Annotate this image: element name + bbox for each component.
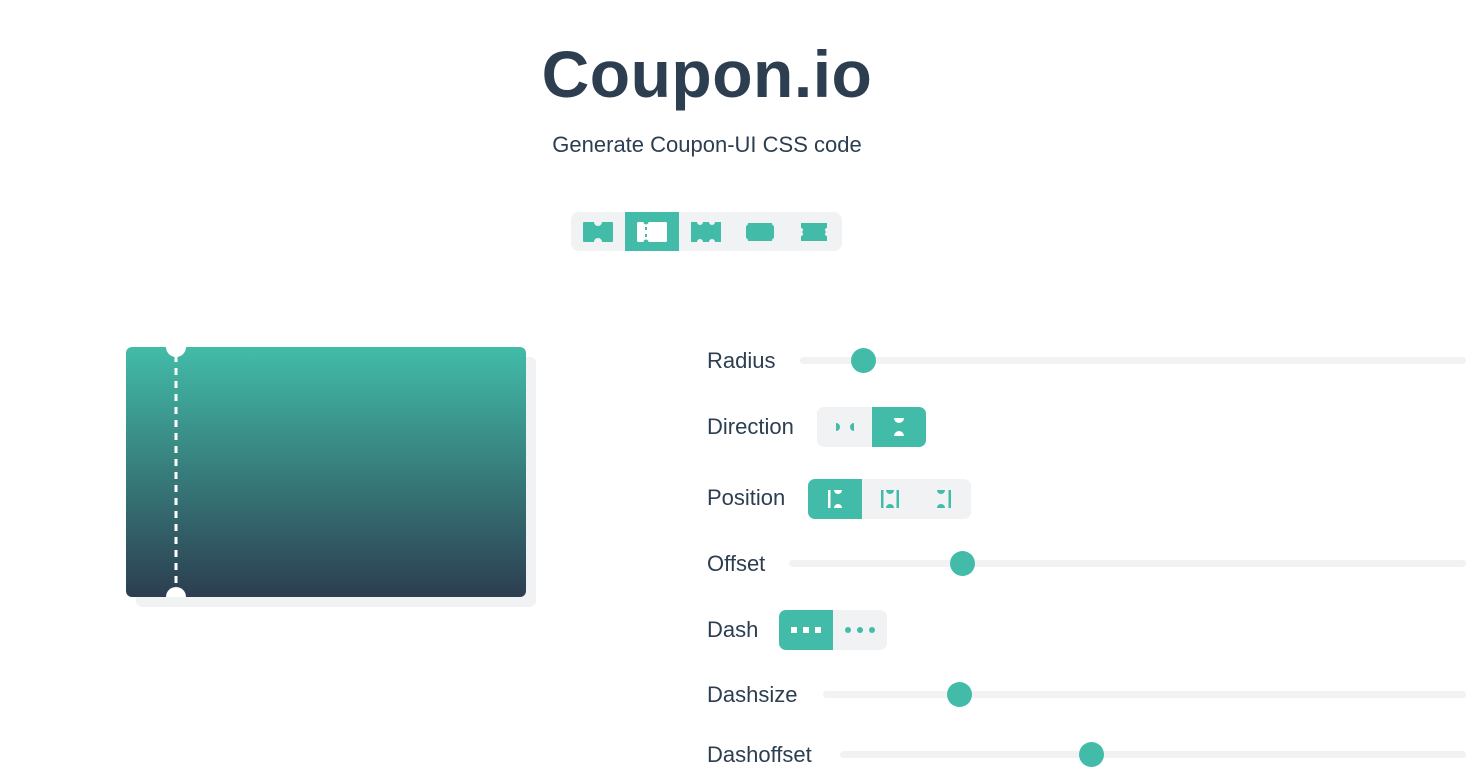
dashsize-slider[interactable] — [823, 682, 1466, 707]
dashoffset-label: Dashoffset — [707, 742, 812, 767]
dash-square-button[interactable] — [779, 610, 833, 650]
dashoffset-slider-thumb[interactable] — [1078, 742, 1104, 767]
position-end-icon — [937, 490, 951, 508]
dash-dot-icon — [845, 627, 875, 633]
dashoffset-slider[interactable] — [840, 742, 1466, 767]
app-subtitle: Generate Coupon-UI CSS code — [552, 132, 862, 157]
coupon-rounded-corners-icon — [746, 222, 774, 241]
vertical-notch-icon — [894, 418, 904, 436]
coupon-preview-card — [126, 347, 526, 597]
offset-slider-thumb[interactable] — [950, 551, 976, 576]
coupon-perforated-icon — [637, 220, 667, 243]
dash-toggle — [779, 610, 887, 650]
direction-vertical-button[interactable] — [872, 407, 926, 447]
app-title: Coupon.io — [541, 37, 873, 111]
dash-dot-button[interactable] — [833, 610, 887, 650]
position-end-button[interactable] — [917, 479, 971, 519]
direction-toggle — [817, 407, 926, 447]
radius-label: Radius — [707, 348, 776, 373]
dash-label: Dash — [707, 617, 759, 642]
position-center-button[interactable] — [862, 479, 917, 519]
position-toggle — [808, 479, 971, 519]
coupon-type-rounded-button[interactable] — [733, 212, 787, 251]
coupon-preview — [126, 347, 536, 607]
dash-square-icon — [791, 627, 821, 633]
offset-slider[interactable] — [789, 551, 1466, 576]
radius-slider-thumb[interactable] — [850, 348, 876, 373]
coupon-type-selector — [571, 212, 842, 251]
coupon-wavy-edge-icon — [801, 222, 827, 241]
coupon-notch-top-bottom-icon — [583, 221, 613, 242]
dashsize-slider-thumb[interactable] — [947, 682, 973, 707]
coupon-type-wavy-button[interactable] — [787, 212, 841, 251]
direction-label: Direction — [707, 414, 794, 439]
offset-label: Offset — [707, 551, 766, 576]
position-start-icon — [828, 490, 842, 508]
direction-horizontal-button[interactable] — [817, 407, 872, 447]
horizontal-notch-icon — [835, 423, 854, 431]
position-label: Position — [707, 485, 786, 510]
dashsize-label: Dashsize — [707, 682, 798, 707]
position-center-icon — [880, 490, 899, 508]
position-start-button[interactable] — [808, 479, 862, 519]
coupon-type-notch-button[interactable] — [571, 212, 625, 251]
coupon-scalloped-icon — [691, 221, 721, 242]
radius-slider[interactable] — [800, 348, 1466, 373]
coupon-type-perforated-button[interactable] — [625, 212, 679, 251]
coupon-type-scalloped-button[interactable] — [679, 212, 733, 251]
